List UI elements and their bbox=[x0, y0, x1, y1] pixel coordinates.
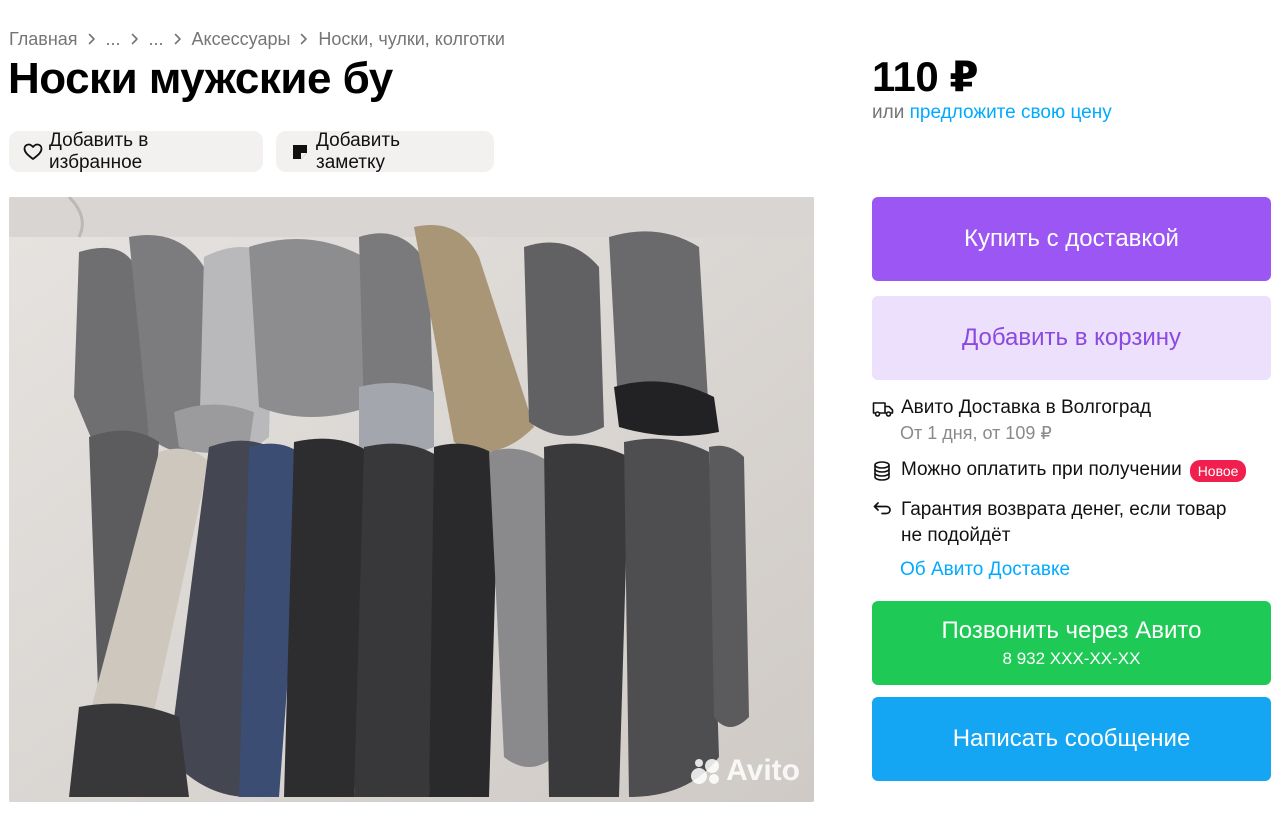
delivery-info: Авито Доставка в Волгоград bbox=[872, 397, 1151, 420]
chevron-right-icon bbox=[131, 33, 139, 45]
breadcrumb-category[interactable]: Носки, чулки, колготки bbox=[318, 29, 505, 50]
listing-photo[interactable]: Avito bbox=[9, 197, 814, 802]
phone-number: 8 932 XXX-XX-XX bbox=[1002, 649, 1141, 668]
guarantee-info: Гарантия возврата денег, если товар не п… bbox=[872, 497, 1231, 549]
listing-actions: Добавить в избранное Добавить заметку bbox=[9, 129, 494, 173]
breadcrumb-home[interactable]: Главная bbox=[9, 29, 78, 50]
avito-watermark: Avito bbox=[690, 754, 800, 788]
about-avito-delivery-link[interactable]: Об Авито Доставке bbox=[900, 559, 1070, 581]
breadcrumb-accessories[interactable]: Аксессуары bbox=[192, 29, 291, 50]
chevron-right-icon bbox=[174, 33, 182, 45]
chevron-right-icon bbox=[88, 33, 96, 45]
add-to-cart-label: Добавить в корзину bbox=[961, 324, 1181, 351]
payment-info: Можно оплатить при получении Новое bbox=[872, 459, 1247, 482]
page-title: Носки мужские бу bbox=[8, 54, 393, 103]
write-message-button[interactable]: Написать сообщение bbox=[872, 697, 1271, 781]
offer-price-link[interactable]: предложите свою цену bbox=[910, 102, 1112, 123]
buy-with-delivery-label: Купить с доставкой bbox=[964, 225, 1179, 252]
coins-icon bbox=[872, 460, 894, 482]
add-note-button[interactable]: Добавить заметку bbox=[276, 129, 494, 173]
add-to-cart-button[interactable]: Добавить в корзину bbox=[872, 296, 1271, 380]
write-message-label: Написать сообщение bbox=[952, 725, 1191, 752]
avito-watermark-text: Avito bbox=[726, 754, 800, 787]
call-via-avito-label: Позвонить через Авито bbox=[941, 617, 1202, 644]
add-to-favorites-button[interactable]: Добавить в избранное bbox=[9, 129, 263, 173]
call-via-avito-button[interactable]: Позвонить через Авито 8 932 XXX-XX-XX bbox=[872, 601, 1271, 685]
breadcrumb-collapsed-1[interactable]: ... bbox=[106, 29, 121, 50]
delivery-title: Авито Доставка в Волгоград bbox=[901, 397, 1152, 418]
add-to-favorites-label: Добавить в избранное bbox=[49, 129, 149, 173]
heart-icon bbox=[23, 142, 43, 162]
truck-icon bbox=[872, 398, 894, 420]
guarantee-text: Гарантия возврата денег, если товар не п… bbox=[901, 499, 1227, 546]
add-note-label: Добавить заметку bbox=[316, 129, 400, 173]
offer-price-line: или предложите свою цену bbox=[872, 102, 1112, 124]
buy-with-delivery-button[interactable]: Купить с доставкой bbox=[872, 197, 1271, 281]
payment-text: Можно оплатить при получении bbox=[901, 459, 1182, 480]
breadcrumb: Главная ... ... Аксессуары Носки, чулки,… bbox=[9, 27, 505, 51]
return-arrow-icon bbox=[872, 498, 894, 520]
offer-prefix: или bbox=[872, 102, 905, 123]
price: 110 ₽ bbox=[872, 53, 979, 100]
breadcrumb-collapsed-2[interactable]: ... bbox=[149, 29, 164, 50]
avito-logo-icon bbox=[691, 759, 720, 784]
note-icon bbox=[290, 142, 310, 162]
socks-photo-illustration bbox=[9, 197, 814, 802]
delivery-terms: От 1 дня, от 109 ₽ bbox=[900, 423, 1052, 443]
new-badge: Новое bbox=[1189, 460, 1247, 482]
chevron-right-icon bbox=[300, 33, 308, 45]
